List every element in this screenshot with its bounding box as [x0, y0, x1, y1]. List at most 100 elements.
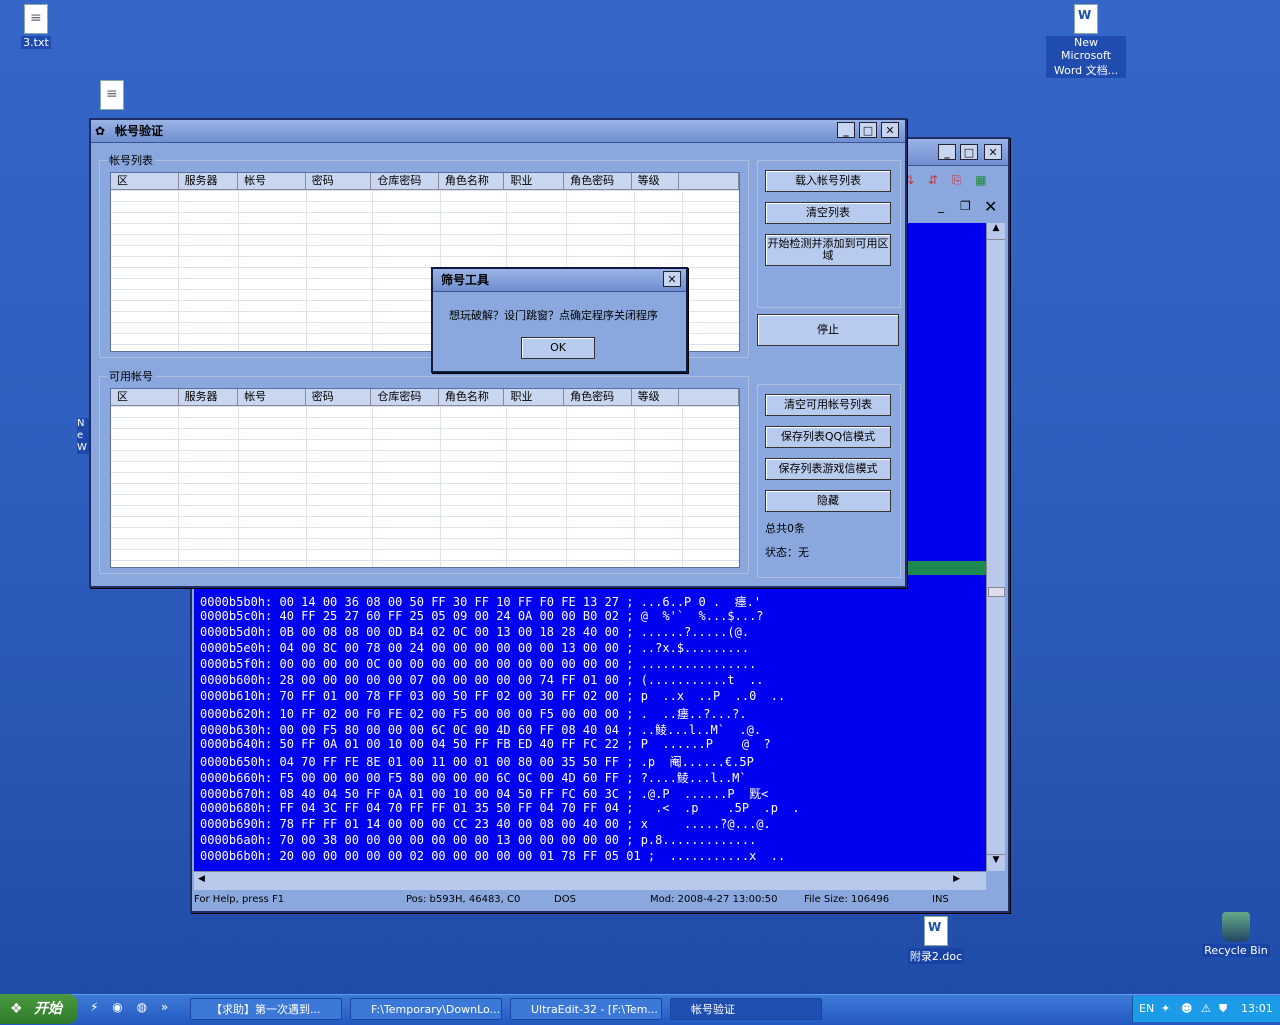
tray-icon[interactable]: ⚠	[1201, 996, 1211, 1022]
hex-line: 0000b5e0h: 04 00 8C 00 78 00 24 00 00 00…	[200, 641, 750, 655]
desktop-icon-unnamed[interactable]	[72, 80, 152, 112]
stop-button[interactable]: 停止	[757, 314, 899, 346]
scroll-right-icon[interactable]: ▶	[953, 874, 960, 884]
chevron-right-icon[interactable]: »	[161, 1000, 168, 1014]
system-tray: EN ✦ ☻ ⚠ ⛊ 13:01	[1132, 996, 1280, 1022]
taskbar-task[interactable]: F:\Temporary\DownLo...	[350, 998, 502, 1020]
toolbar-icon[interactable]: ⎘	[952, 173, 962, 187]
tray-icon[interactable]: ⛊	[1219, 996, 1227, 1022]
desktop-icon-recycle-bin[interactable]: Recycle Bin	[1196, 912, 1276, 957]
column-header[interactable]: 帐号	[238, 173, 306, 189]
column-divider	[566, 406, 567, 567]
tray-icon[interactable]: ✦	[1161, 996, 1170, 1022]
tray-icon[interactable]: ☻	[1181, 996, 1192, 1022]
column-header[interactable]: 角色密码	[564, 173, 632, 189]
hex-line: 0000b640h: 50 FF 0A 01 00 10 00 04 50 FF…	[200, 737, 771, 751]
available-table[interactable]: 区服务器 帐号 密码 仓库密码 角色名称 职业 角色密码 等级	[110, 388, 740, 568]
hex-line: 0000b6a0h: 70 00 38 00 00 00 00 00 00 00…	[200, 833, 757, 847]
alert-dialog[interactable]: 筛号工具 ✕ 想玩破解？设门跳窗？点确定程序关闭程序 OK	[431, 267, 688, 373]
maximize-button[interactable]: □	[859, 122, 877, 138]
language-indicator[interactable]: EN	[1139, 996, 1154, 1022]
quick-launch-icon[interactable]: ◍	[137, 1000, 147, 1014]
taskbar-task[interactable]: UltraEdit-32 - [F:\Tem...	[510, 998, 662, 1020]
desktop-icon-word[interactable]: New Microsoft Word 文档...	[1046, 4, 1126, 78]
minimize-button[interactable]: _	[837, 122, 855, 138]
status-help: For Help, press F1	[194, 894, 285, 905]
hex-line: 0000b5b0h: 00 14 00 36 08 00 50 FF 30 FF…	[200, 595, 762, 609]
toolbar-icon[interactable]: ⇵	[928, 173, 938, 187]
mdi-close-icon[interactable]: ✕	[984, 197, 997, 216]
column-header[interactable]: 职业	[504, 173, 565, 189]
scroll-up-icon[interactable]: ▲	[987, 223, 1005, 240]
column-header[interactable]: 角色名称	[439, 173, 505, 189]
dialog-message: 想玩破解？设门跳窗？点确定程序关闭程序	[449, 309, 658, 322]
status-mode: DOS	[554, 894, 576, 905]
taskbar-task[interactable]: 【求助】第一次遇到...	[190, 998, 342, 1020]
scroll-left-icon[interactable]: ◀	[198, 874, 205, 884]
save-game-mode-button[interactable]: 保存列表游戏信模式	[765, 458, 891, 480]
column-divider	[178, 406, 179, 567]
minimize-button[interactable]: _	[938, 144, 956, 160]
column-divider	[440, 406, 441, 567]
start-button[interactable]: ❖ 开始	[0, 994, 78, 1024]
clear-available-button[interactable]: 清空可用帐号列表	[765, 394, 891, 416]
column-header-filler	[679, 389, 739, 405]
save-qq-mode-button[interactable]: 保存列表QQ信模式	[765, 426, 891, 448]
table-header: 区服务器 帐号 密码 仓库密码 角色名称 职业 角色密码 等级	[111, 389, 739, 406]
column-header[interactable]: 帐号	[238, 389, 306, 405]
hex-line: 0000b620h: 10 FF 02 00 F0 FE 02 00 F5 00…	[200, 707, 747, 721]
mdi-minimize-icon[interactable]: _	[938, 199, 944, 213]
hex-line: 0000b630h: 00 00 F5 80 00 00 00 6C 0C 00…	[200, 723, 762, 737]
close-button[interactable]: ✕	[984, 144, 1002, 160]
hex-line: 0000b670h: 08 40 04 50 FF 0A 01 00 10 00…	[200, 787, 769, 801]
dialog-close-button[interactable]: ✕	[663, 271, 681, 287]
window-title: 帐号验证	[115, 124, 164, 138]
recycle-bin-icon	[1222, 912, 1250, 942]
column-header[interactable]: 等级	[632, 173, 680, 189]
quick-launch-icon[interactable]: ⚡	[90, 1000, 98, 1014]
maximize-button[interactable]: □	[960, 144, 978, 160]
text-file-icon	[24, 4, 48, 34]
column-divider	[372, 406, 373, 567]
column-header[interactable]: 服务器	[179, 173, 239, 189]
column-header[interactable]: 仓库密码	[371, 389, 439, 405]
available-label: 可用帐号	[107, 368, 155, 384]
start-check-button[interactable]: 开始检测并添加到可用区域	[765, 234, 891, 266]
ok-button[interactable]: OK	[521, 337, 595, 359]
column-header[interactable]: 仓库密码	[371, 173, 439, 189]
mdi-controls: _ ❐ ✕	[934, 197, 1004, 219]
taskbar-task[interactable]: 帐号验证	[670, 998, 822, 1020]
horizontal-scrollbar[interactable]: ◀ ▶	[194, 871, 986, 890]
column-header[interactable]: 密码	[306, 389, 372, 405]
column-divider	[178, 190, 179, 351]
status-pos: Pos: b593H, 46483, C0	[406, 894, 521, 905]
hide-button[interactable]: 隐藏	[765, 490, 891, 512]
column-header[interactable]: 密码	[306, 173, 372, 189]
column-divider	[238, 406, 239, 567]
hex-line: 0000b5c0h: 40 FF 25 27 60 FF 25 05 09 00…	[200, 609, 764, 623]
status-text: 状态：无	[765, 546, 809, 559]
column-header[interactable]: 服务器	[179, 389, 239, 405]
load-account-list-button[interactable]: 载入帐号列表	[765, 170, 891, 192]
column-header[interactable]: 角色密码	[564, 389, 632, 405]
column-header[interactable]: 职业	[504, 389, 565, 405]
dialog-titlebar[interactable]: 筛号工具 ✕	[433, 269, 686, 292]
column-header[interactable]: 区	[111, 389, 179, 405]
scroll-thumb[interactable]	[988, 587, 1005, 597]
desktop-icon-appendix[interactable]: 附录2.doc	[896, 916, 976, 964]
clear-list-button[interactable]: 清空列表	[765, 202, 891, 224]
vertical-scrollbar[interactable]: ▲ ▼	[986, 223, 1005, 871]
close-button[interactable]: ✕	[881, 122, 899, 138]
desktop-icon-3txt[interactable]: 3.txt	[0, 4, 76, 49]
quick-launch-icon[interactable]: ◉	[112, 1000, 122, 1014]
window-titlebar[interactable]: ✿ 帐号验证 _ □ ✕	[91, 120, 905, 143]
toolbar-icon[interactable]: ▦	[975, 173, 986, 187]
mdi-restore-icon[interactable]: ❐	[960, 199, 971, 213]
column-divider	[306, 190, 307, 351]
scroll-down-icon[interactable]: ▼	[987, 854, 1005, 871]
column-header[interactable]: 角色名称	[439, 389, 505, 405]
column-header[interactable]: 区	[111, 173, 179, 189]
column-header[interactable]: 等级	[632, 389, 680, 405]
hex-line: 0000b680h: FF 04 3C FF 04 70 FF FF 01 35…	[200, 801, 800, 815]
dialog-title: 筛号工具	[441, 273, 490, 287]
